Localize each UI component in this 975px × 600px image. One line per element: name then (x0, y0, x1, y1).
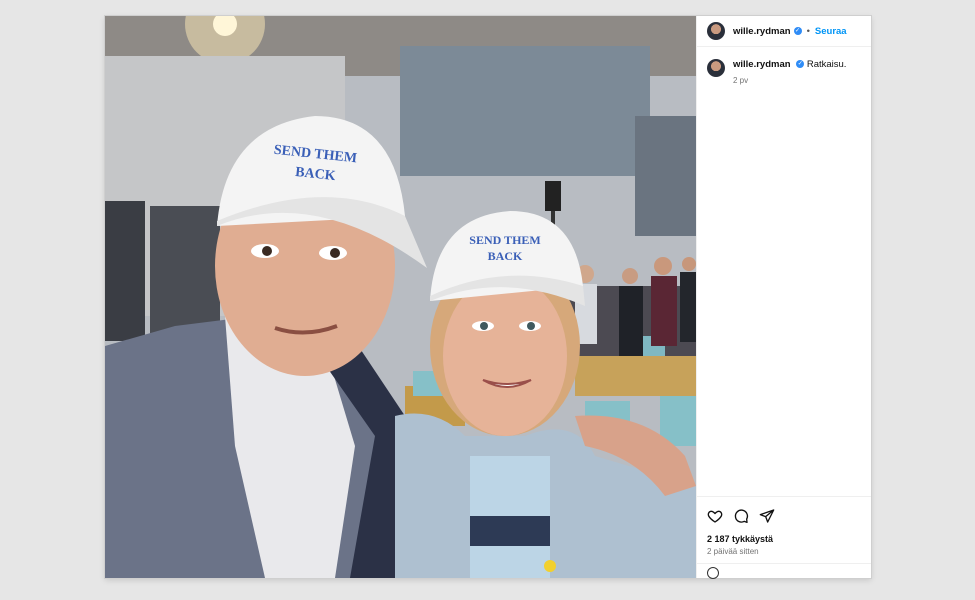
caption-age[interactable]: 2 pv (733, 76, 846, 85)
post-header: wille.rydman ✓ • Seuraa (697, 16, 871, 47)
photo-illustration: SEND THEM BACK SEND THEM BACK (105, 16, 696, 578)
share-icon[interactable] (759, 508, 775, 524)
follow-button[interactable]: Seuraa (815, 26, 847, 37)
post-photo[interactable]: SEND THEM BACK SEND THEM BACK (105, 16, 696, 578)
author-username[interactable]: wille.rydman (733, 26, 791, 37)
caption-avatar[interactable] (707, 59, 725, 77)
author-avatar[interactable] (707, 22, 725, 40)
separator-dot: • (806, 25, 810, 37)
instagram-post: SEND THEM BACK SEND THEM BACK wille.rydm… (105, 16, 871, 579)
verified-badge-icon: ✓ (793, 27, 802, 35)
post-date: 2 päivää sitten (707, 547, 759, 556)
heart-icon[interactable] (707, 508, 723, 524)
caption-verified-badge-icon: ✓ (796, 60, 805, 69)
caption-username[interactable]: wille.rydman (733, 59, 791, 70)
emoji-icon[interactable] (707, 567, 719, 579)
likes-count[interactable]: 2 187 tykkäystä (707, 534, 861, 544)
comment-bar[interactable] (697, 563, 871, 579)
cap-text-right-line2: BACK (488, 249, 523, 263)
caption-text: Ratkaisu. (806, 59, 847, 70)
caption-block: wille.rydman ✓ Ratkaisu. 2 pv (697, 47, 871, 85)
comment-icon[interactable] (733, 508, 749, 524)
post-sidebar: wille.rydman ✓ • Seuraa wille.rydman ✓ R… (696, 16, 871, 579)
post-actions: 2 187 tykkäystä 2 päivää sitten (697, 496, 871, 579)
action-icons (707, 508, 861, 524)
cap-text-right-line1: SEND THEM (469, 233, 540, 247)
